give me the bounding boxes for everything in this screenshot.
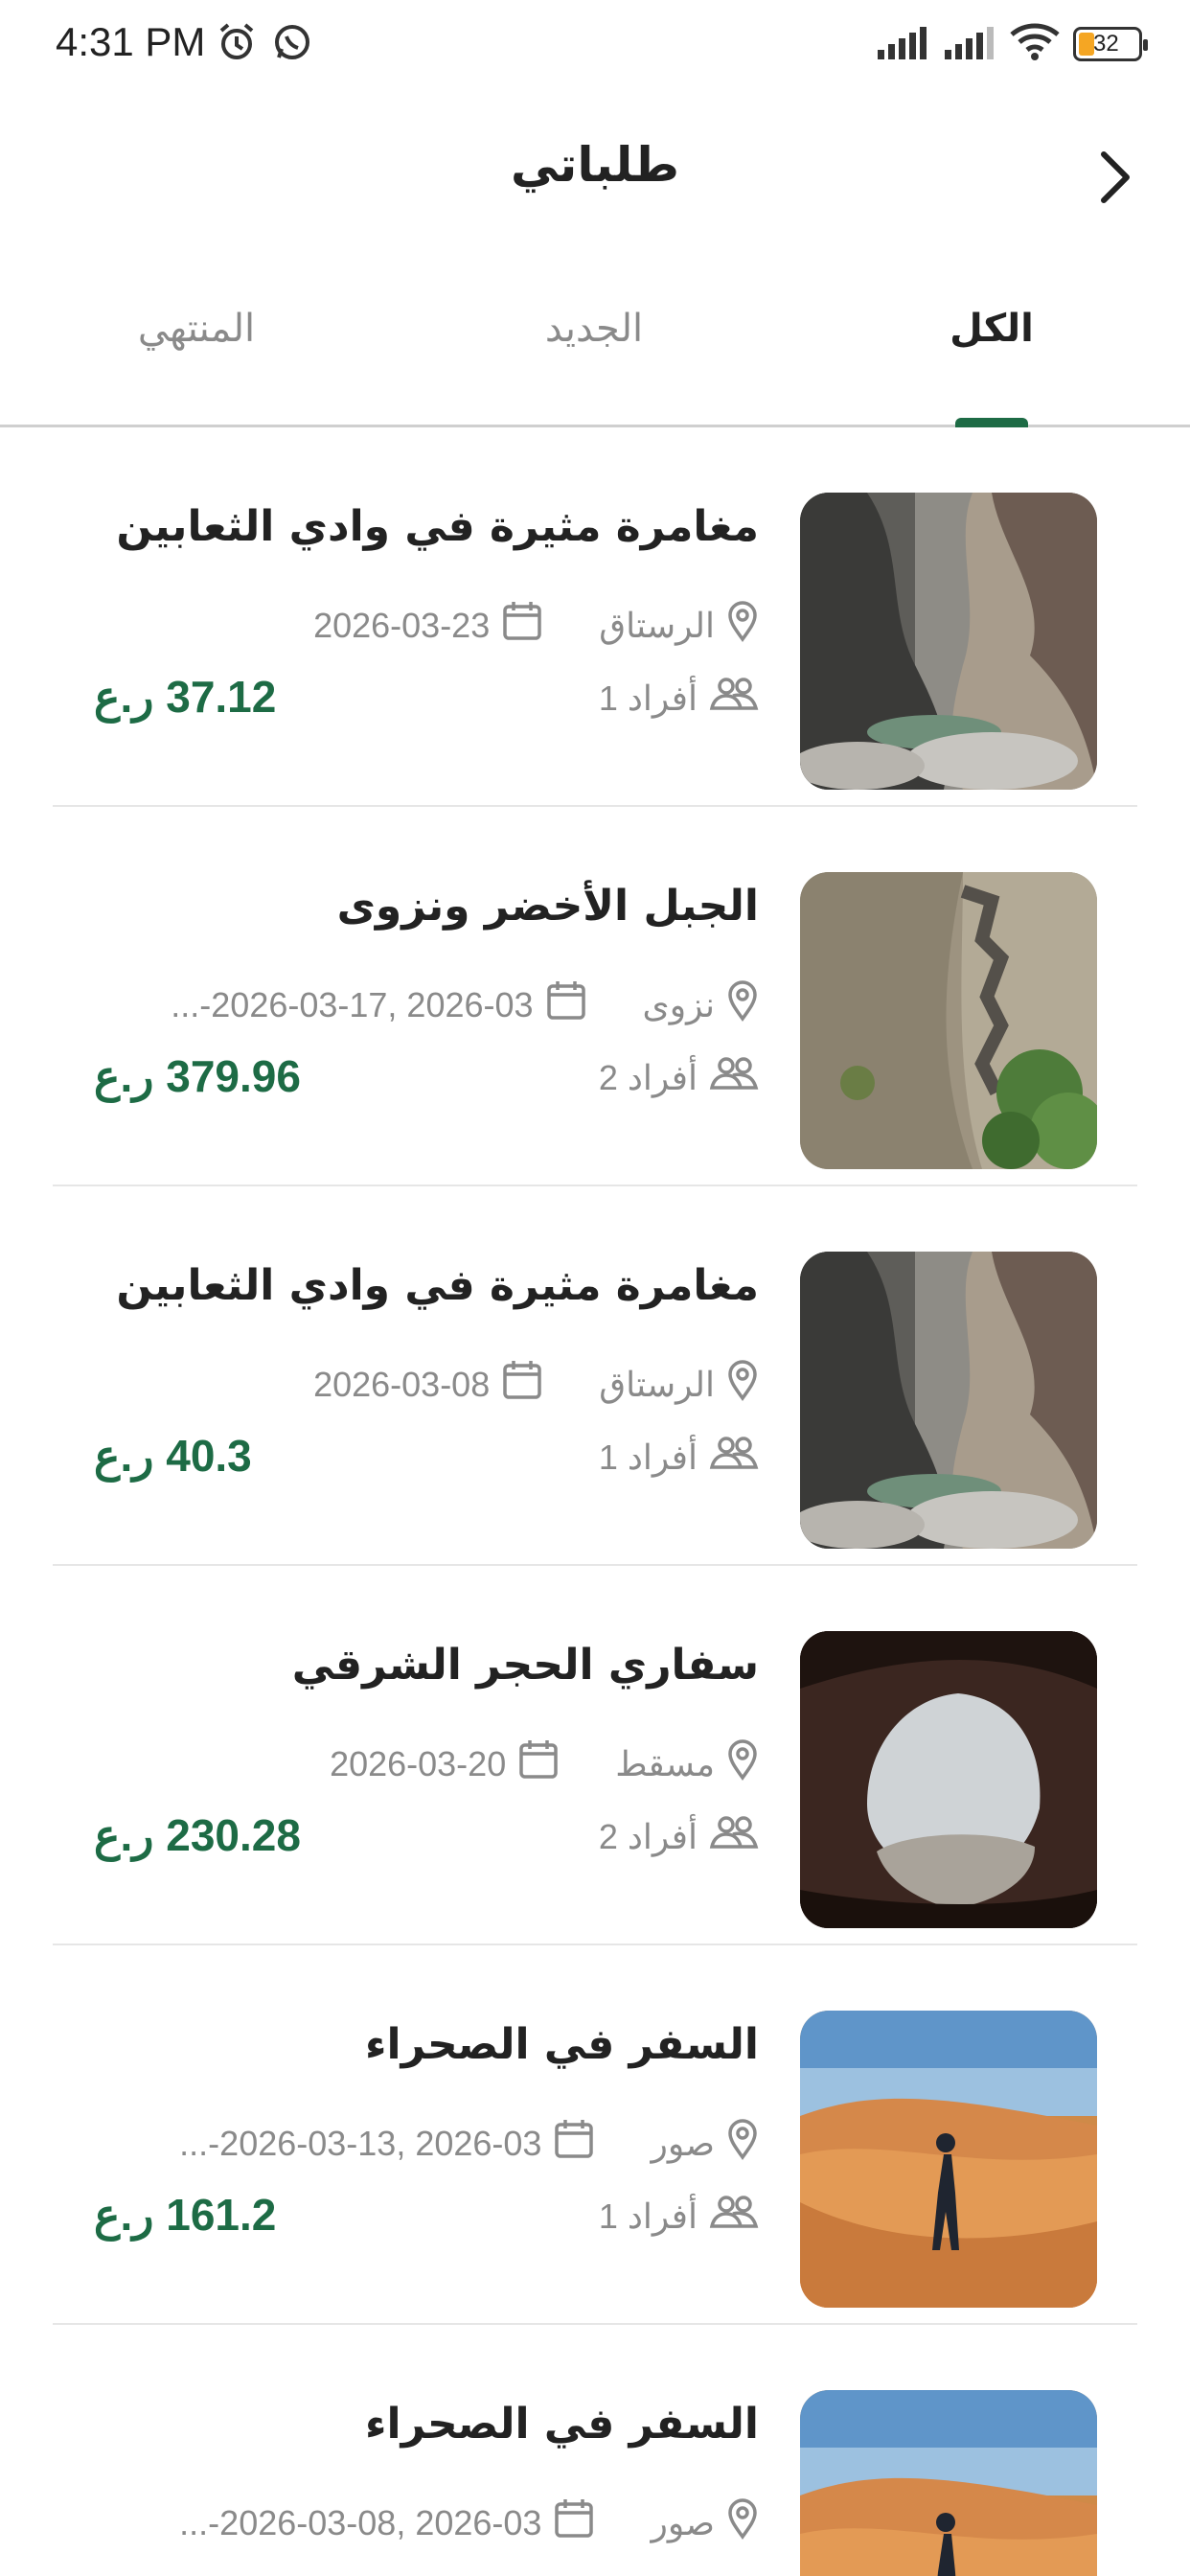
tab-new[interactable]: الجديد: [469, 307, 719, 351]
booking-dates: ...-2026-03-08, 2026-03: [179, 2502, 542, 2542]
booking-thumbnail: [800, 2011, 1097, 2308]
back-button[interactable]: [1087, 139, 1144, 216]
booking-title: مغامرة مثيرة في وادي الثعابين: [116, 1261, 759, 1310]
chevron-right-icon: [1101, 151, 1130, 203]
booking-location: الرستاق: [599, 605, 715, 645]
booking-card[interactable]: سفاري الحجر الشرقي مسقط 2026-03-20 2 أفر…: [0, 1566, 1190, 1945]
bookings-list: مغامرة مثيرة في وادي الثعابين الرستاق 20…: [0, 427, 1190, 2576]
booking-meta: صور ...-2026-03-13, 2026-03: [179, 2118, 759, 2169]
people-count: 2 أفراد: [598, 1057, 698, 1097]
location-pin-icon: [726, 1359, 759, 1410]
booking-card[interactable]: مغامرة مثيرة في وادي الثعابين الرستاق 20…: [0, 427, 1190, 807]
people-count: 1 أفراد: [598, 2196, 698, 2236]
booking-dates: 2026-03-20: [330, 1743, 507, 1783]
people-count: 1 أفراد: [598, 678, 698, 718]
booking-location: صور: [651, 2123, 715, 2163]
booking-meta: مسقط 2026-03-20: [330, 1738, 759, 1789]
booking-price: 161.2 ر.ع: [94, 2190, 277, 2240]
booking-thumbnail: [800, 1631, 1097, 1928]
booking-price: 37.12 ر.ع: [94, 672, 277, 722]
calendar-icon: [545, 979, 587, 1030]
people-icon: [709, 1436, 759, 1479]
booking-people: 2 أفراد: [599, 1056, 759, 1099]
people-icon: [709, 2195, 759, 2238]
booking-meta: الرستاق 2026-03-23: [313, 600, 759, 651]
whatsapp-icon: [271, 21, 313, 67]
battery-percent: 32: [1093, 31, 1119, 57]
booking-location: مسقط: [615, 1743, 715, 1783]
booking-thumbnail: [800, 1252, 1097, 1549]
booking-title: سفاري الحجر الشرقي: [291, 1641, 759, 1690]
calendar-icon: [553, 2118, 595, 2169]
people-icon: [709, 1056, 759, 1099]
location-pin-icon: [726, 600, 759, 651]
booking-people: 2 أفراد: [599, 1815, 759, 1858]
booking-meta: الرستاق 2026-03-08: [313, 1359, 759, 1410]
battery-level: [1079, 33, 1094, 56]
booking-location: نزوى: [642, 984, 715, 1024]
status-left-icons: [216, 21, 313, 67]
active-tab-indicator: [955, 418, 1028, 427]
booking-price: 379.96 ر.ع: [94, 1051, 301, 1101]
booking-card[interactable]: الجبل الأخضر ونزوى نزوى ...-2026-03-17, …: [0, 807, 1190, 1186]
booking-title: الجبل الأخضر ونزوى: [336, 882, 759, 931]
signal-icon: [943, 25, 996, 63]
booking-price: 40.3 ر.ع: [94, 1431, 252, 1481]
tab-bar: الكل الجديد المنتهي: [0, 278, 1190, 427]
booking-dates: ...-2026-03-13, 2026-03: [179, 2123, 542, 2163]
booking-meta: صور ...-2026-03-08, 2026-03: [179, 2497, 759, 2548]
calendar-icon: [553, 2497, 595, 2548]
location-pin-icon: [726, 1738, 759, 1789]
booking-people: 1 أفراد: [599, 677, 759, 720]
status-bar: 4:31 PM 32: [0, 0, 1190, 91]
people-count: 1 أفراد: [598, 1437, 698, 1477]
calendar-icon: [517, 1738, 560, 1789]
wifi-icon: [1010, 23, 1060, 65]
booking-dates: ...-2026-03-17, 2026-03: [171, 984, 534, 1024]
app-header: طلباتي: [0, 91, 1190, 254]
booking-thumbnail: [800, 872, 1097, 1169]
page-title: طلباتي: [510, 137, 680, 193]
calendar-icon: [501, 1359, 543, 1410]
booking-title: السفر في الصحراء: [365, 2400, 759, 2449]
booking-meta: نزوى ...-2026-03-17, 2026-03: [171, 979, 759, 1030]
booking-card[interactable]: مغامرة مثيرة في وادي الثعابين الرستاق 20…: [0, 1186, 1190, 1566]
booking-title: مغامرة مثيرة في وادي الثعابين: [116, 502, 759, 551]
booking-price: 230.28 ر.ع: [94, 1810, 301, 1860]
booking-people: 1 أفراد: [599, 1436, 759, 1479]
booking-dates: 2026-03-08: [313, 1364, 491, 1404]
location-pin-icon: [726, 979, 759, 1030]
location-pin-icon: [726, 2118, 759, 2169]
people-icon: [709, 677, 759, 720]
location-pin-icon: [726, 2497, 759, 2548]
booking-people: 1 أفراد: [599, 2195, 759, 2238]
people-count: 2 أفراد: [598, 1816, 698, 1856]
people-icon: [709, 1815, 759, 1858]
booking-thumbnail: [800, 2390, 1097, 2576]
booking-card[interactable]: السفر في الصحراء صور ...-2026-03-13, 202…: [0, 1945, 1190, 2325]
booking-card[interactable]: السفر في الصحراء صور ...-2026-03-08, 202…: [0, 2325, 1190, 2576]
status-time: 4:31 PM: [56, 19, 206, 64]
booking-thumbnail: [800, 493, 1097, 790]
alarm-icon: [216, 21, 258, 67]
booking-title: السفر في الصحراء: [365, 2020, 759, 2069]
booking-dates: 2026-03-23: [313, 605, 491, 645]
signal-icon: [876, 25, 929, 63]
booking-location: الرستاق: [599, 1364, 715, 1404]
calendar-icon: [501, 600, 543, 651]
status-right-icons: 32: [876, 23, 1148, 65]
battery-icon: 32: [1073, 27, 1148, 61]
booking-location: صور: [651, 2502, 715, 2542]
tab-all[interactable]: الكل: [867, 307, 1116, 351]
tab-ended[interactable]: المنتهي: [72, 307, 321, 351]
